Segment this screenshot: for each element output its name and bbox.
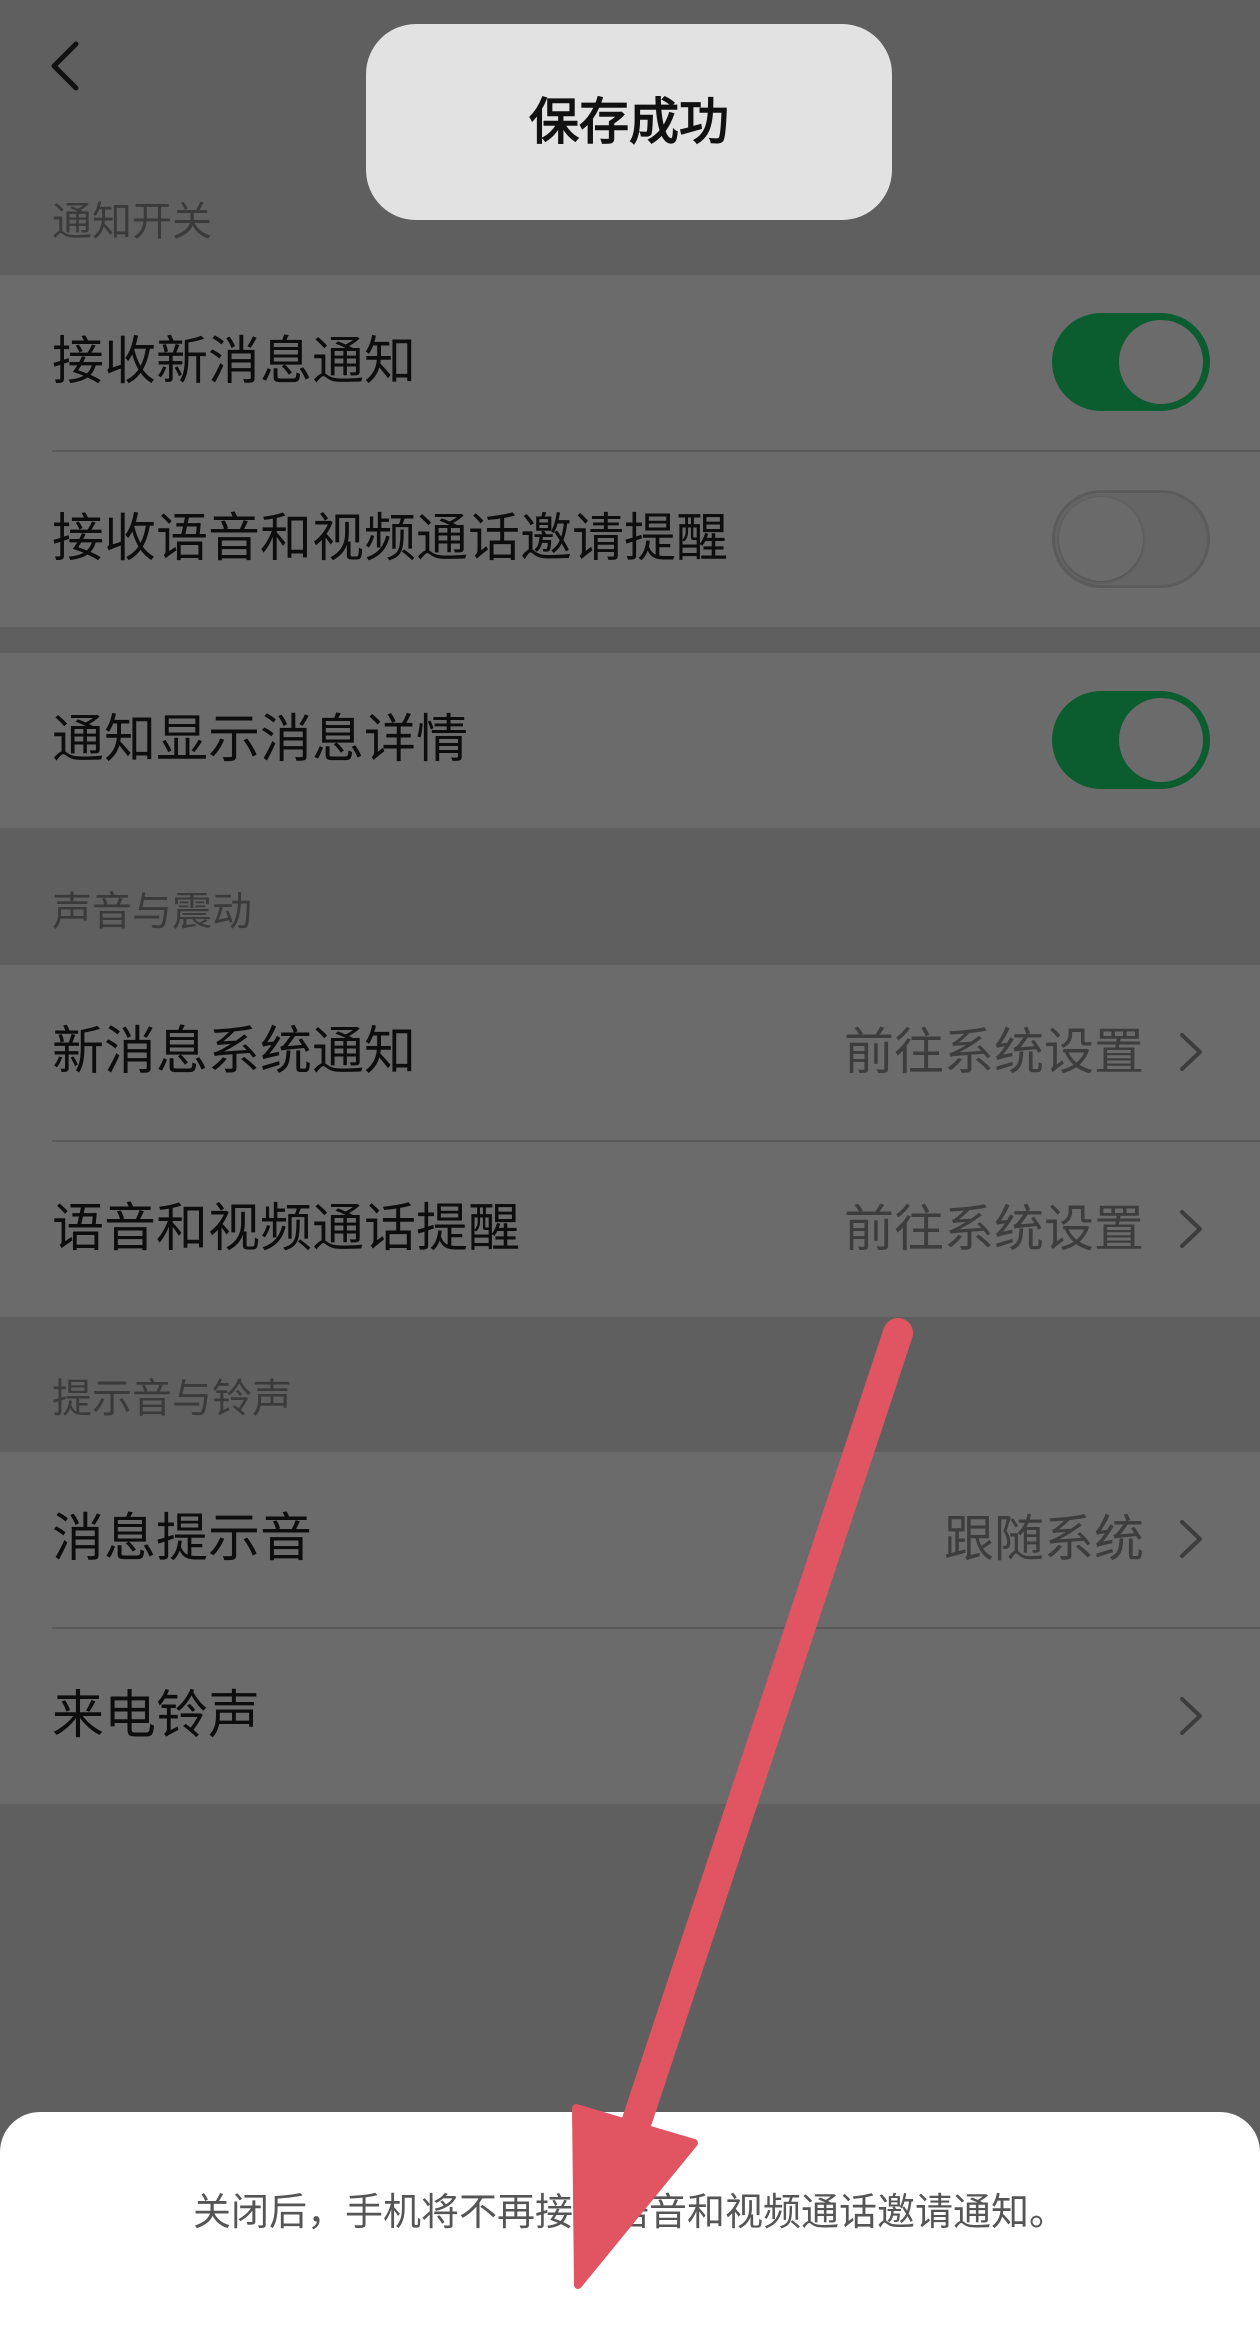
notification-settings-screen: 通知开关 接收新消息通知 接收语音和视频通话邀请提醒 通知显示消息详情 声音与震…	[0, 0, 1260, 2322]
row-label: 来电铃声	[52, 1686, 261, 1746]
row-receive-call-invite[interactable]: 接收语音和视频通话邀请提醒	[0, 452, 1260, 627]
row-label: 接收新消息通知	[52, 332, 417, 392]
row-label: 接收语音和视频通话邀请提醒	[52, 509, 729, 569]
toast-save-success: 保存成功	[366, 24, 892, 220]
row-show-message-detail[interactable]: 通知显示消息详情	[0, 653, 1260, 828]
row-value: 前往系统设置	[844, 1023, 1144, 1081]
toggle-receive-new-message[interactable]	[1052, 313, 1210, 411]
row-ringtone[interactable]: 来电铃声	[0, 1629, 1260, 1804]
group-tones: 消息提示音 跟随系统 来电铃声	[0, 1452, 1260, 1804]
row-message-tone[interactable]: 消息提示音 跟随系统	[0, 1452, 1260, 1627]
toggle-knob	[1119, 698, 1203, 782]
row-label: 新消息系统通知	[52, 1022, 417, 1082]
group-notify-detail: 通知显示消息详情	[0, 653, 1260, 828]
group-sound-vibration: 新消息系统通知 前往系统设置 语音和视频通话提醒 前往系统设置	[0, 965, 1260, 1317]
group-notify-switch: 接收新消息通知 接收语音和视频通话邀请提醒	[0, 275, 1260, 627]
section-header-tones: 提示音与铃声	[52, 1376, 292, 1422]
chevron-right-icon	[1166, 1027, 1216, 1077]
row-receive-new-message[interactable]: 接收新消息通知	[0, 275, 1260, 450]
row-label: 消息提示音	[52, 1509, 313, 1569]
toggle-show-message-detail[interactable]	[1052, 691, 1210, 789]
toggle-knob	[1119, 320, 1203, 404]
row-value: 前往系统设置	[844, 1200, 1144, 1258]
row-label: 语音和视频通话提醒	[52, 1199, 521, 1259]
toggle-knob	[1059, 497, 1143, 581]
back-button[interactable]	[40, 36, 100, 96]
chevron-right-icon	[1166, 1204, 1216, 1254]
row-new-message-system-notify[interactable]: 新消息系统通知 前往系统设置	[0, 965, 1260, 1140]
chevron-left-icon	[51, 41, 79, 91]
section-header-notify-switch: 通知开关	[52, 199, 212, 245]
row-label: 通知显示消息详情	[52, 710, 469, 770]
sheet-message: 关闭后，手机将不再接收语音和视频通话邀请通知。	[192, 2190, 1067, 2234]
chevron-right-icon	[1166, 1691, 1216, 1741]
row-value: 跟随系统	[944, 1510, 1144, 1568]
toggle-receive-call-invite[interactable]	[1052, 490, 1210, 588]
chevron-right-icon	[1166, 1514, 1216, 1564]
bottom-sheet: 关闭后，手机将不再接收语音和视频通话邀请通知。	[0, 2112, 1260, 2352]
section-header-sound-vibration: 声音与震动	[52, 889, 252, 935]
row-call-reminder[interactable]: 语音和视频通话提醒 前往系统设置	[0, 1142, 1260, 1317]
